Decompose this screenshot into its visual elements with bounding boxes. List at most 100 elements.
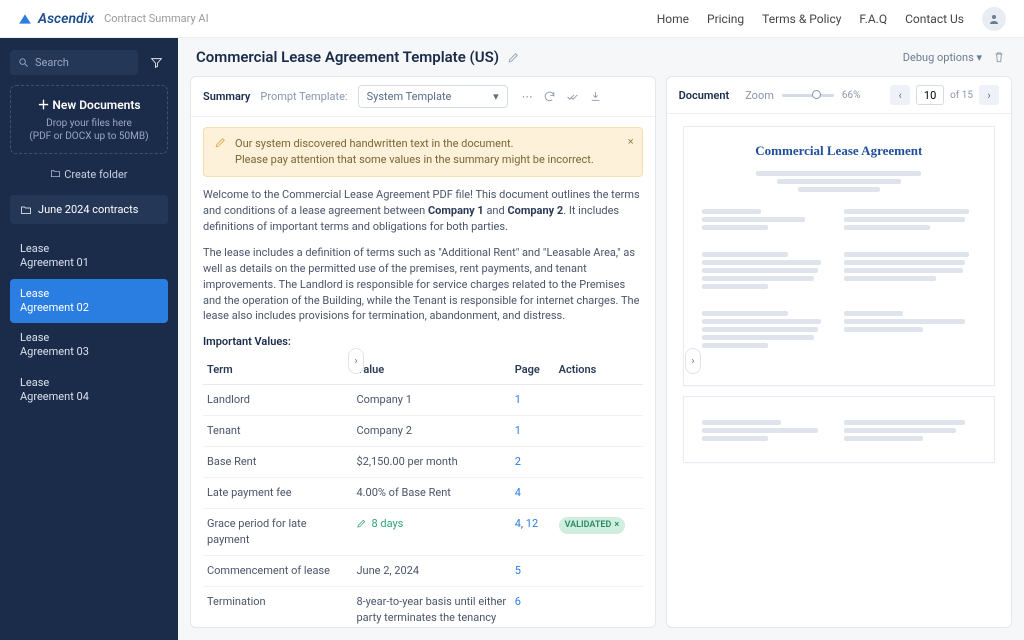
warning-close-button[interactable]: × [628,134,634,150]
more-button[interactable]: ⋯ [522,90,533,103]
filter-button[interactable] [144,56,168,69]
page-link[interactable]: 4 [515,517,521,530]
cell-page: 1 [511,385,555,416]
top-nav: Home Pricing Terms & Policy F.A.Q Contac… [657,7,1006,31]
create-folder-button[interactable]: Create folder [10,164,168,185]
summary-body: Our system discovered handwritten text i… [191,117,655,627]
page-link[interactable]: 5 [515,564,521,577]
document-body[interactable]: Commercial Lease Agreement [667,114,1011,485]
user-avatar[interactable] [982,7,1006,31]
folder-item[interactable]: June 2024 contracts [10,195,168,224]
summary-para-2: The lease includes a definition of terms… [203,245,643,325]
user-icon [988,13,1000,25]
cell-actions [555,385,643,416]
cell-actions [555,447,643,478]
zoom-slider[interactable] [782,94,834,97]
sidebar-doc-item[interactable]: LeaseAgreement 03 [10,323,168,368]
page-link[interactable]: 6 [515,595,521,608]
edit-title-button[interactable] [507,51,520,64]
cell-page: 6 [511,586,555,627]
delete-button[interactable] [992,50,1006,64]
cell-page: 2 [511,447,555,478]
cell-value: $2,150.00 per month [352,447,510,478]
cell-actions [555,478,643,509]
table-row: Late payment fee4.00% of Base Rent4 [203,478,643,509]
prompt-template-label: Prompt Template: [260,90,347,103]
folder-label: June 2024 contracts [38,203,138,216]
template-select[interactable]: System Template ▾ [358,85,508,108]
approve-button[interactable] [566,90,579,103]
new-documents-dropzone[interactable]: ＋ New Documents Drop your files here (PD… [10,85,168,154]
page-link[interactable]: 1 [515,393,521,406]
document-label: Document [679,89,730,102]
new-docs-hint: (PDF or DOCX up to 50MB) [19,130,159,143]
brand-logo: Ascendix Contract Summary AI [18,11,209,27]
nav-terms[interactable]: Terms & Policy [762,12,841,26]
cell-term: Base Rent [203,447,352,478]
cell-page: 4 [511,478,555,509]
title-bar: Commercial Lease Agreement Template (US)… [178,38,1024,76]
nav-faq[interactable]: F.A.Q [859,12,887,26]
warning-line2: Please pay attention that some values in… [235,152,594,168]
cell-page: 1 [511,416,555,447]
search-input[interactable]: Search [10,50,138,75]
sidebar-doc-item[interactable]: LeaseAgreement 02 [10,279,168,324]
nav-pricing[interactable]: Pricing [707,12,744,26]
double-check-icon [566,90,579,103]
logo-mark-icon [18,12,32,26]
cell-actions: VALIDATED × [555,509,643,556]
edited-value[interactable]: 8 days [356,516,403,532]
page-link[interactable]: 2 [515,455,521,468]
cell-term: Commencement of lease [203,555,352,586]
cell-page: 5 [511,555,555,586]
page-link[interactable]: 12 [526,517,538,530]
chevron-down-icon: ▾ [493,90,499,103]
warning-banner: Our system discovered handwritten text i… [203,127,643,177]
page-link[interactable]: 1 [515,424,521,437]
table-row: Base Rent$2,150.00 per month 2 [203,447,643,478]
cell-page: 4, 12 [511,509,555,556]
filter-icon [150,56,163,69]
col-page: Page [511,356,555,384]
cell-value: Company 1 [352,385,510,416]
pencil-icon [507,51,520,64]
nav-home[interactable]: Home [657,12,689,26]
cell-term: Grace period for late payment [203,509,352,556]
cell-term: Late payment fee [203,478,352,509]
remove-badge-button[interactable]: × [614,519,619,532]
search-icon [18,57,29,68]
sidebar-expand-tab[interactable]: › [348,348,364,374]
document-preview-title: Commercial Lease Agreement [702,143,976,159]
sidebar-doc-item[interactable]: LeaseAgreement 01 [10,234,168,279]
refresh-button[interactable] [543,90,556,103]
cell-value: 8-year-to-year basis until either party … [352,586,510,627]
download-button[interactable] [589,90,602,103]
folder-icon [20,204,32,216]
sidebar-doc-item[interactable]: LeaseAgreement 04 [10,368,168,413]
warning-icon [214,136,227,168]
page-input[interactable] [916,85,944,105]
table-row: Grace period for late payment 8 days 4, 1… [203,509,643,556]
page-prev-button[interactable]: ‹ [890,85,910,105]
nav-contact[interactable]: Contact Us [905,12,964,26]
sidebar: Search ＋ New Documents Drop your files h… [0,38,178,640]
cell-value: 8 days [352,509,510,556]
zoom-slider-thumb[interactable] [812,90,821,99]
document-panel: Document Zoom 66% ‹ of 15 › [666,76,1012,628]
cell-value: Company 2 [352,416,510,447]
page-of-label: of 15 [950,90,973,101]
summary-label: Summary [203,90,250,103]
col-term: Term [203,356,352,384]
document-page-preview: Commercial Lease Agreement [683,126,995,386]
new-docs-title: ＋ New Documents [19,96,159,113]
page-link[interactable]: 4 [515,486,521,499]
summary-panel-head: Summary Prompt Template: System Template… [191,77,655,117]
table-row: TenantCompany 21 [203,416,643,447]
debug-options-menu[interactable]: Debug options ▾ [903,51,982,64]
cell-actions [555,586,643,627]
brand-name: Ascendix [38,11,94,27]
search-placeholder: Search [35,56,69,69]
col-actions: Actions [555,356,643,384]
page-next-button[interactable]: › [979,85,999,105]
panel-expand-tab[interactable]: › [685,348,701,374]
